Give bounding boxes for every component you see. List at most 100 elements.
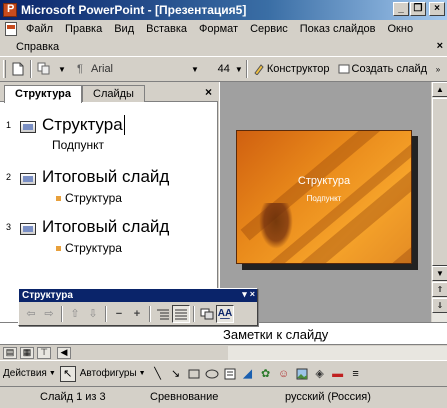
clipart-icon[interactable]: ☺ (276, 366, 292, 382)
doc-window-controls: × (437, 40, 443, 52)
picture-icon[interactable] (294, 366, 310, 382)
actions-label: Действия (3, 368, 47, 379)
notes-placeholder: Заметки к слайду (223, 327, 329, 342)
scroll-thumb[interactable] (432, 98, 447, 266)
horizontal-scrollbar[interactable] (228, 346, 447, 360)
scroll-up-icon[interactable]: ▲ (432, 82, 447, 97)
slide-title-placeholder[interactable]: Структура (237, 175, 411, 187)
scroll-left-icon[interactable]: ◀ (57, 346, 71, 359)
paint-icon[interactable]: ¶ (71, 59, 89, 79)
slide-subtitle-text: Структура (65, 241, 122, 255)
wordart-icon[interactable]: ◢ (240, 366, 256, 382)
rectangle-icon[interactable] (186, 366, 202, 382)
menu-tools[interactable]: Сервис (244, 23, 294, 35)
collapse-all-icon[interactable] (154, 305, 172, 323)
minimize-button[interactable]: _ (393, 2, 409, 16)
outline-slide-2[interactable]: 2 Итоговый слайд Структура (0, 166, 218, 206)
show-formatting-icon[interactable]: A͟A (216, 304, 234, 323)
powerpoint-icon[interactable] (3, 3, 17, 17)
menu-edit[interactable]: Правка (59, 23, 108, 35)
menu-help[interactable]: Справка (0, 41, 65, 53)
expand-icon[interactable]: + (128, 305, 146, 323)
autoshapes-label: Автофигуры (79, 368, 137, 379)
title-bar: Microsoft PowerPoint - [Презентация5] _ … (0, 0, 447, 20)
outline-slide-3[interactable]: 3 Итоговый слайд Структура (0, 216, 218, 256)
menu-window[interactable]: Окно (382, 23, 420, 35)
close-button[interactable]: × (429, 2, 445, 16)
next-slide-icon[interactable]: ⇓ (432, 298, 447, 313)
pane-tabs: Структура Слайды × (0, 82, 218, 103)
menu-format[interactable]: Формат (193, 23, 244, 35)
tab-outline[interactable]: Структура (4, 85, 82, 103)
textbox-icon[interactable] (222, 366, 238, 382)
copy-icon[interactable] (35, 59, 53, 79)
vertical-scrollbar[interactable]: ▲ ▼ ⇑ ⇓ (431, 82, 447, 322)
menu-file[interactable]: Файл (20, 23, 59, 35)
line-icon[interactable]: ╲ (150, 366, 166, 382)
slide-thumbnail-icon[interactable] (20, 223, 36, 235)
slide-title[interactable]: Итоговый слайд (42, 167, 169, 187)
line-color-icon[interactable]: ▬ (330, 366, 346, 382)
tab-slides[interactable]: Слайды (82, 85, 145, 102)
fill-color-icon[interactable]: ◈ (312, 366, 328, 382)
font-name-value: Arial (91, 63, 114, 75)
actions-menu[interactable]: Действия ▼ (0, 368, 59, 379)
font-size-value: 44 (217, 63, 230, 75)
size-dropdown-icon[interactable]: ▼ (235, 65, 243, 74)
toolbar-options-icon[interactable]: ▼ (53, 59, 71, 79)
font-name-combo[interactable]: Arial (89, 60, 189, 78)
font-size-combo[interactable]: 44 (199, 60, 233, 78)
move-down-icon[interactable]: ⇩ (84, 305, 102, 323)
designer-button[interactable]: Конструктор (251, 59, 332, 79)
new-slide-button[interactable]: Создать слайд (336, 59, 429, 79)
select-pointer-icon[interactable]: ↖ (59, 365, 76, 382)
floating-toolbar-titlebar[interactable]: Структура ▾ × (19, 289, 257, 302)
menu-view[interactable]: Вид (108, 23, 140, 35)
demote-icon[interactable]: ⇨ (40, 305, 58, 323)
toolbar-grip[interactable] (3, 60, 6, 78)
slide-subtitle[interactable]: Структура (56, 241, 122, 255)
outline-floating-toolbar[interactable]: Структура ▾ × ⇦ ⇨ ⇧ ⇩ − + A͟A (18, 288, 258, 326)
slide-title[interactable]: Итоговый слайд (42, 217, 169, 237)
slide-subtitle[interactable]: Подпункт (52, 138, 104, 152)
toolbar-overflow-icon[interactable]: » (429, 59, 447, 79)
diagram-icon[interactable]: ✿ (258, 366, 274, 382)
promote-icon[interactable]: ⇦ (22, 305, 40, 323)
toolbar-options-icon[interactable]: ▾ (242, 289, 247, 300)
summary-slide-icon[interactable] (198, 305, 216, 323)
status-design-name: Сревнование (150, 391, 219, 403)
new-slide-icon (338, 64, 350, 74)
new-document-icon[interactable] (9, 59, 27, 79)
outline-slide-1[interactable]: 1 Структура Подпункт (0, 114, 218, 154)
collapse-icon[interactable]: − (110, 305, 128, 323)
new-slide-label: Создать слайд (351, 63, 428, 75)
slide-subtitle-placeholder[interactable]: Подпункт (237, 194, 411, 203)
slide-title[interactable]: Структура (42, 115, 125, 135)
menu-insert[interactable]: Вставка (140, 23, 193, 35)
slide-sorter-view-icon[interactable]: ▦ (20, 346, 34, 359)
expand-all-icon[interactable] (172, 304, 190, 323)
doc-close-icon[interactable]: × (437, 40, 443, 52)
toolbar-separator (105, 305, 107, 322)
slide-subtitle[interactable]: Структура (56, 191, 122, 205)
move-up-icon[interactable]: ⇧ (66, 305, 84, 323)
restore-button[interactable]: ❐ (410, 2, 426, 16)
slide-thumbnail-icon[interactable] (20, 173, 36, 185)
oval-icon[interactable] (204, 366, 220, 382)
slideshow-view-icon[interactable]: ⊤ (37, 346, 51, 359)
slide-canvas[interactable]: Структура Подпункт (236, 130, 412, 264)
normal-view-icon[interactable]: ▤ (3, 346, 17, 359)
line-style-icon[interactable]: ≡ (348, 366, 364, 382)
slide-editing-pane[interactable]: Структура Подпункт (219, 82, 431, 322)
floating-toolbar-close-icon[interactable]: × (250, 289, 255, 300)
document-icon[interactable] (5, 22, 17, 36)
font-dropdown-icon[interactable]: ▼ (191, 65, 199, 74)
menu-slideshow[interactable]: Показ слайдов (294, 23, 382, 35)
previous-slide-icon[interactable]: ⇑ (432, 282, 447, 297)
slide-thumbnail-icon[interactable] (20, 121, 36, 133)
arrow-icon[interactable]: ↘ (168, 366, 184, 382)
scroll-down-icon[interactable]: ▼ (432, 266, 447, 281)
autoshapes-menu[interactable]: Автофигуры ▼ (77, 368, 149, 379)
toolbar-separator (245, 60, 248, 78)
pane-close-icon[interactable]: × (205, 85, 212, 99)
